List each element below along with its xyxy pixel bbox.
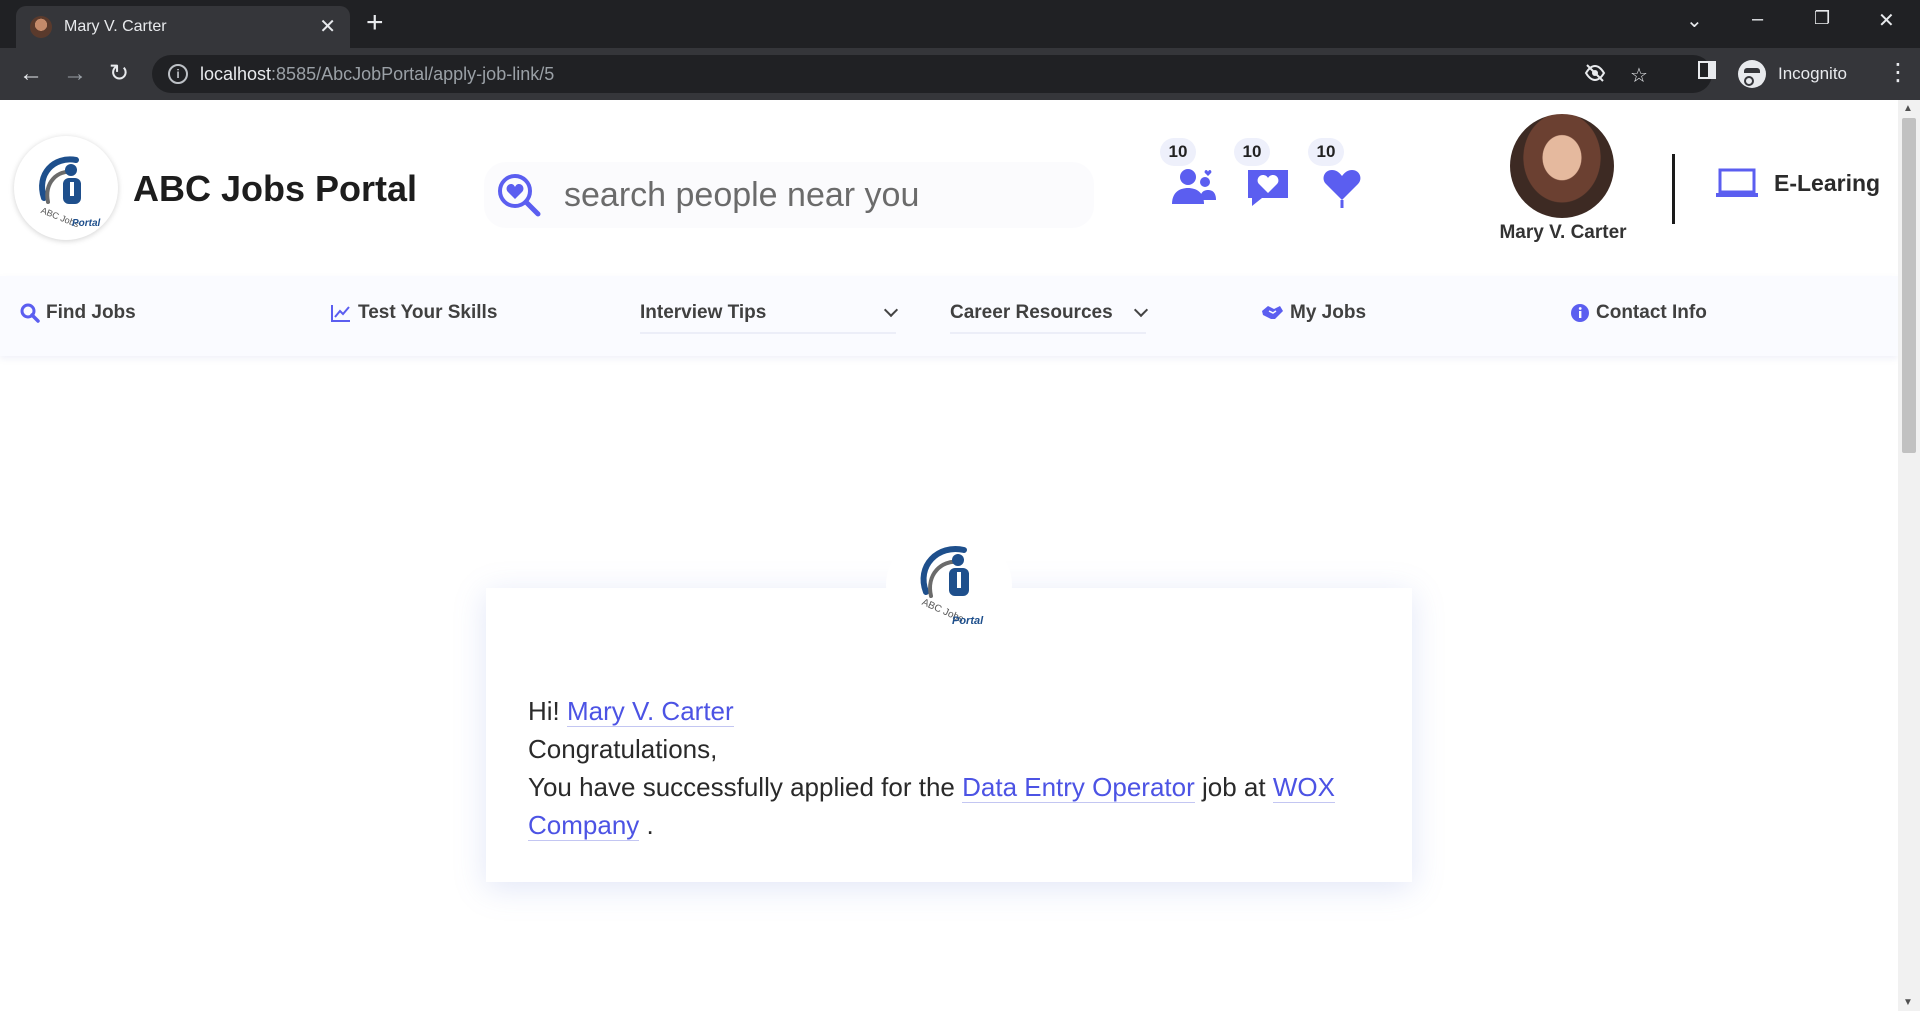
browser-tab[interactable]: Mary V. Carter ✕ — [16, 6, 350, 48]
scroll-thumb[interactable] — [1902, 118, 1916, 453]
messages-notification[interactable]: 10 — [1234, 138, 1290, 218]
bookmark-star-icon[interactable]: ☆ — [1630, 63, 1648, 88]
chevron-down-icon — [883, 302, 899, 318]
incognito-label: Incognito — [1778, 64, 1847, 83]
address-url[interactable]: localhost:8585/AbcJobPortal/apply-job-li… — [200, 64, 554, 85]
people-icon — [1172, 169, 1216, 204]
nav-find-jobs[interactable]: Find Jobs — [20, 302, 136, 324]
close-window-icon[interactable]: ✕ — [1878, 8, 1895, 33]
forward-icon[interactable]: → — [60, 59, 90, 89]
address-bar[interactable]: i localhost:8585/AbcJobPortal/apply-job-… — [152, 55, 1712, 93]
scroll-down-icon[interactable]: ▼ — [1903, 997, 1913, 1008]
nav-contact-info-label: Contact Info — [1596, 302, 1707, 323]
period-text: . — [646, 810, 654, 840]
notification-count: 10 — [1234, 138, 1270, 166]
handshake-icon — [1262, 306, 1283, 319]
tab-close-icon[interactable]: ✕ — [319, 17, 336, 37]
search-input[interactable] — [564, 174, 1064, 216]
nav-test-skills-label: Test Your Skills — [358, 302, 498, 323]
chevron-down-icon — [1133, 302, 1149, 318]
browser-menu-icon[interactable]: ⋮ — [1886, 58, 1910, 87]
abc-logo-icon: ABC Jobs Portal — [39, 156, 101, 230]
restore-icon[interactable]: ❐ — [1814, 8, 1830, 29]
job-title-link[interactable]: Data Entry Operator — [962, 772, 1195, 803]
incognito-icon — [1738, 60, 1766, 88]
site-header: ABC Jobs Portal ABC Jobs Portal 10 — [0, 100, 1898, 276]
main-navbar: Find Jobs Test Your Skills Interview Tip… — [0, 276, 1898, 356]
side-panel-icon[interactable] — [1692, 59, 1722, 89]
eye-off-icon[interactable] — [1584, 63, 1606, 89]
svg-text:Portal: Portal — [952, 615, 984, 627]
confirmation-message: Hi! Mary V. Carter Congratulations, You … — [528, 692, 1388, 844]
notification-count: 10 — [1308, 138, 1344, 166]
page-viewport: ABC Jobs Portal ABC Jobs Portal 10 — [0, 100, 1898, 1011]
nav-contact-info[interactable]: Contact Info — [1570, 302, 1707, 324]
abc-logo-icon: ABC Jobs Portal — [920, 546, 984, 627]
nav-interview-tips-dropdown[interactable]: Interview Tips — [640, 294, 899, 334]
incognito-indicator[interactable]: Incognito — [1738, 57, 1847, 91]
laptop-icon — [1716, 168, 1758, 197]
nav-my-jobs[interactable]: My Jobs — [1260, 302, 1366, 324]
tab-title: Mary V. Carter — [64, 18, 167, 35]
user-name[interactable]: Mary V. Carter — [1490, 222, 1636, 244]
tab-search-icon[interactable]: ⌄ — [1686, 8, 1703, 33]
nav-career-resources-label: Career Resources — [950, 302, 1113, 323]
chat-heart-icon — [1248, 170, 1288, 206]
nav-test-skills[interactable]: Test Your Skills — [330, 302, 497, 324]
nav-find-jobs-label: Find Jobs — [46, 302, 136, 323]
congrats-text: Congratulations, — [528, 734, 718, 764]
abc-logo[interactable]: ABC Jobs Portal — [14, 136, 118, 240]
elearning-label: E-Learing — [1774, 169, 1881, 196]
chart-line-icon — [331, 305, 350, 322]
likes-notification[interactable]: 10 — [1308, 138, 1364, 218]
site-info-icon[interactable]: i — [168, 64, 188, 84]
notification-count: 10 — [1160, 138, 1196, 166]
nav-my-jobs-label: My Jobs — [1290, 302, 1367, 323]
scroll-up-icon[interactable]: ▲ — [1903, 103, 1913, 114]
heart-icon — [1323, 170, 1361, 208]
card-logo: ABC Jobs Portal — [886, 530, 1012, 640]
applied-prefix-text: You have successfully applied for the — [528, 772, 955, 802]
greeting-text: Hi! — [528, 696, 560, 726]
search-heart-icon — [498, 174, 541, 217]
minimize-icon[interactable]: – — [1752, 8, 1763, 31]
reload-icon[interactable]: ↻ — [104, 59, 134, 89]
brand-title[interactable]: ABC Jobs Portal — [133, 168, 417, 210]
user-profile-link[interactable]: Mary V. Carter — [567, 696, 734, 727]
search-icon — [20, 303, 40, 323]
header-divider — [1672, 154, 1675, 224]
nav-interview-tips-label: Interview Tips — [640, 302, 767, 323]
job-at-text: job at — [1202, 772, 1266, 802]
tab-favicon-icon — [30, 16, 52, 38]
browser-toolbar: ← → ↻ i localhost:8585/AbcJobPortal/appl… — [0, 48, 1920, 100]
browser-titlebar: Mary V. Carter ✕ + ⌄ – ❐ ✕ — [0, 0, 1920, 48]
search-box[interactable] — [484, 162, 1094, 228]
info-icon — [1571, 304, 1589, 322]
user-avatar[interactable] — [1510, 114, 1614, 218]
back-icon[interactable]: ← — [16, 59, 46, 89]
friend-requests-notification[interactable]: 10 — [1160, 138, 1216, 218]
new-tab-icon[interactable]: + — [366, 8, 384, 38]
nav-career-resources-dropdown[interactable]: Career Resources — [950, 294, 1149, 334]
elearning-link[interactable]: E-Learing — [1716, 168, 1880, 198]
svg-text:Portal: Portal — [72, 218, 101, 229]
page-scrollbar[interactable]: ▲ ▼ — [1898, 100, 1920, 1011]
